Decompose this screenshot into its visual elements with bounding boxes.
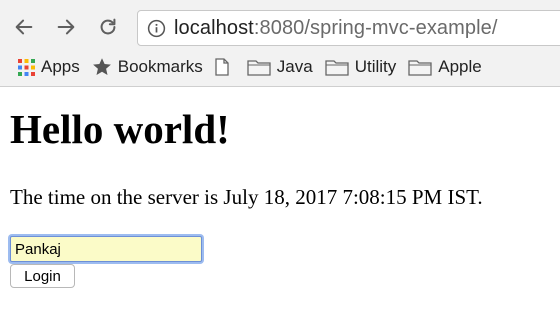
- bookmark-bookmarks[interactable]: Bookmarks: [92, 53, 203, 81]
- url-text[interactable]: localhost:8080/spring-mvc-example/: [174, 17, 498, 40]
- star-icon: [92, 57, 112, 77]
- bookmark-label: Utility: [354, 57, 397, 76]
- bookmark-folder-apple[interactable]: Apple: [408, 53, 482, 81]
- folder-icon: [325, 58, 349, 76]
- server-time-text: The time on the server is July 18, 2017 …: [10, 185, 483, 209]
- back-arrow-icon: [15, 19, 33, 35]
- bookmark-apps[interactable]: Apps: [18, 53, 80, 81]
- bookmark-label: Apps: [41, 57, 80, 76]
- bookmark-page[interactable]: [215, 53, 235, 81]
- address-bar[interactable]: localhost:8080/spring-mvc-example/: [137, 10, 560, 46]
- apps-grid-icon: [18, 58, 35, 76]
- back-button[interactable]: [11, 14, 37, 40]
- bookmark-label: Bookmarks: [117, 57, 203, 76]
- bookmark-label: Apple: [438, 57, 482, 76]
- folder-icon: [247, 58, 271, 76]
- reload-button[interactable]: [95, 14, 121, 40]
- bookmarks-bar: Apps Bookmarks Java Utility Apple: [0, 52, 560, 82]
- page-icon: [215, 58, 229, 76]
- bookmark-label: Java: [276, 57, 313, 76]
- navigation-bar: localhost:8080/spring-mvc-example/: [0, 6, 560, 50]
- bookmark-folder-utility[interactable]: Utility: [325, 53, 397, 81]
- forward-button[interactable]: [53, 14, 79, 40]
- login-button[interactable]: Login: [10, 264, 75, 288]
- page-heading: Hello world!: [10, 106, 230, 152]
- url-path: :8080/spring-mvc-example/: [253, 16, 498, 39]
- reload-icon: [100, 18, 116, 35]
- url-host: localhost: [174, 16, 254, 39]
- bookmark-folder-java[interactable]: Java: [247, 53, 313, 81]
- info-icon[interactable]: [146, 18, 166, 38]
- forward-arrow-icon: [57, 19, 75, 35]
- username-input[interactable]: [10, 236, 202, 262]
- browser-chrome: localhost:8080/spring-mvc-example/ Apps …: [0, 0, 560, 87]
- folder-icon: [408, 58, 432, 76]
